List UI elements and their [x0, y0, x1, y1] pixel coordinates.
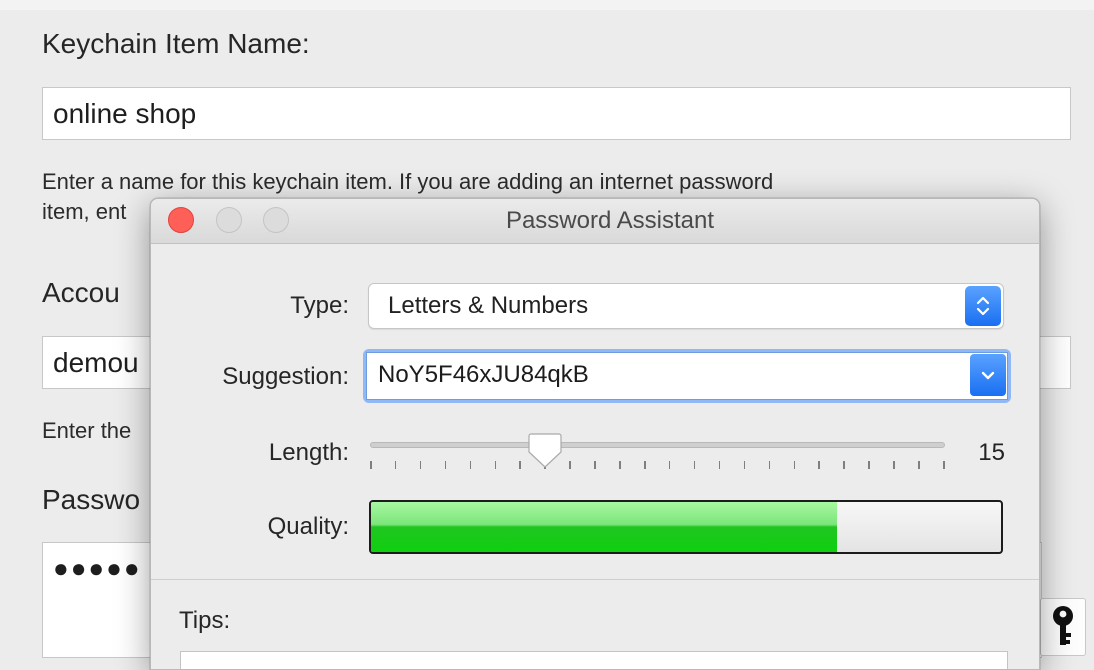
slider-tick: [519, 461, 521, 469]
slider-tick: [943, 461, 945, 469]
slider-tick: [718, 461, 721, 469]
slider-tick: [893, 461, 895, 469]
up-down-chevron-icon: [965, 286, 1001, 326]
dialog-divider: [151, 579, 1039, 580]
slider-tick: [569, 461, 571, 469]
length-slider-ticks: [370, 461, 945, 469]
password-label: Passwo: [42, 484, 141, 515]
chevron-down-icon[interactable]: [970, 354, 1006, 396]
key-icon: [1053, 606, 1073, 645]
dialog-titlebar[interactable]: Password Assistant: [151, 199, 1039, 244]
password-assistant-key-button[interactable]: [1040, 598, 1086, 656]
slider-tick: [370, 461, 372, 469]
slider-tick: [693, 461, 696, 469]
length-value: 15: [978, 439, 1005, 466]
slider-tick: [818, 461, 820, 469]
slider-tick: [843, 461, 845, 469]
window-top-edge: [0, 0, 1094, 10]
suggestion-input[interactable]: [378, 352, 938, 398]
quality-meter: [369, 500, 1003, 554]
slider-tick: [743, 461, 746, 469]
length-slider-track[interactable]: [370, 442, 945, 448]
length-label: Length:: [268, 439, 349, 466]
slider-tick: [793, 461, 796, 469]
slider-tick: [394, 461, 397, 469]
slider-tick: [868, 461, 870, 469]
tips-box: [180, 651, 1008, 669]
type-label: Type:: [290, 292, 349, 319]
tips-label: Tips:: [179, 607, 231, 634]
account-name-label: Accou: [42, 277, 120, 308]
length-slider-thumb[interactable]: [528, 432, 562, 470]
suggestion-combobox[interactable]: [363, 349, 1011, 403]
type-popup[interactable]: Letters & Numbers: [368, 283, 1004, 329]
slider-tick: [594, 461, 596, 469]
item-name-hint-line2: item, ent: [42, 199, 127, 224]
keychain-item-name-label: Keychain Item Name:: [42, 28, 310, 59]
slider-tick: [644, 461, 646, 469]
slider-tick: [619, 461, 621, 469]
slider-tick: [668, 461, 671, 469]
type-selected-value: Letters & Numbers: [388, 292, 589, 319]
slider-tick: [918, 461, 920, 469]
account-hint: Enter the: [42, 418, 132, 443]
suggestion-label: Suggestion:: [222, 363, 349, 390]
slider-tick: [419, 461, 422, 469]
dialog-title: Password Assistant: [505, 207, 715, 234]
keychain-item-name-field[interactable]: online shop: [42, 87, 1071, 140]
slider-tick: [444, 461, 447, 469]
slider-tick: [494, 461, 497, 469]
quality-meter-fill: [371, 502, 838, 552]
quality-label: Quality:: [267, 513, 349, 540]
item-name-hint-line1: Enter a name for this keychain item. If …: [42, 169, 774, 194]
password-assistant-dialog: Password Assistant Type: Letters & Numbe…: [150, 198, 1040, 670]
slider-tick: [768, 461, 771, 469]
slider-tick: [469, 461, 472, 469]
